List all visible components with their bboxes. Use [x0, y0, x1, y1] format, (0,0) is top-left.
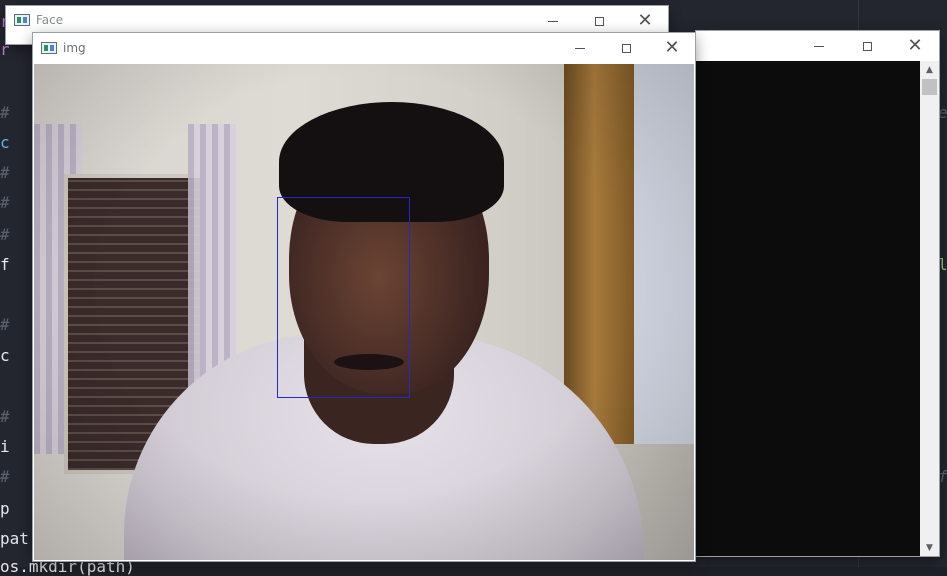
img-window-title: img [63, 41, 86, 55]
img-titlebar[interactable]: img ✕ [33, 33, 695, 63]
code-token: # [0, 193, 10, 212]
code-line-9: # [0, 316, 10, 334]
face-maximize-button[interactable] [576, 6, 622, 36]
code-token: # [0, 407, 10, 426]
maximize-icon [862, 41, 872, 51]
code-line-13: # [0, 468, 10, 486]
console-minimize-button[interactable] [795, 31, 843, 61]
code-right-3: f [938, 468, 947, 486]
console-titlebar[interactable]: ✕ [696, 31, 939, 61]
face-window-controls: ✕ [530, 6, 668, 36]
minimize-icon [575, 47, 585, 49]
img-minimize-button[interactable] [557, 33, 603, 63]
face-window-title: Face [36, 13, 64, 27]
code-line-14: p [0, 500, 10, 518]
img-window-controls: ✕ [557, 33, 695, 63]
code-line-6: # [0, 194, 10, 212]
scroll-up-arrow-icon[interactable]: ▲ [920, 61, 939, 78]
app-icon [14, 14, 30, 26]
img-window[interactable]: img ✕ [33, 33, 695, 561]
code-right-2: l [938, 256, 947, 274]
code-line-15: pat [0, 530, 29, 548]
maximize-icon [621, 43, 631, 53]
code-line-12: i [0, 438, 10, 456]
code-line-3: # [0, 104, 10, 122]
console-window[interactable]: ✕ ▲ ▼ [696, 31, 939, 556]
code-line-11: # [0, 408, 10, 426]
console-window-controls: ✕ [795, 31, 939, 61]
console-close-button[interactable]: ✕ [891, 31, 939, 61]
code-token: c [0, 133, 10, 152]
console-scrollbar[interactable]: ▲ ▼ [920, 61, 939, 556]
code-line-7: # [0, 226, 10, 244]
minimize-icon [548, 20, 558, 22]
face-detection-box [277, 197, 410, 398]
face-titlebar[interactable]: Face ✕ [6, 6, 668, 34]
webcam-frame [34, 64, 694, 560]
code-token: pat [0, 529, 29, 548]
app-icon [41, 42, 57, 54]
code-token: # [0, 225, 10, 244]
code-token: c [0, 346, 10, 365]
code-right-1: e [938, 104, 947, 122]
maximize-icon [594, 16, 604, 26]
img-close-button[interactable]: ✕ [649, 33, 695, 63]
minimize-icon [814, 45, 824, 47]
code-token: # [0, 163, 10, 182]
code-token: i [0, 437, 10, 456]
code-token: f [0, 255, 10, 274]
face-close-button[interactable]: ✕ [622, 6, 668, 36]
close-icon: ✕ [637, 10, 653, 31]
img-maximize-button[interactable] [603, 33, 649, 63]
console-maximize-button[interactable] [843, 31, 891, 61]
scroll-down-arrow-icon[interactable]: ▼ [920, 539, 939, 556]
code-token: # [0, 467, 10, 486]
code-token: p [0, 499, 10, 518]
code-token: f [938, 467, 947, 486]
scroll-thumb[interactable] [922, 79, 937, 95]
code-line-4: c [0, 134, 10, 152]
code-line-5: # [0, 164, 10, 182]
close-icon: ✕ [907, 35, 923, 56]
face-minimize-button[interactable] [530, 6, 576, 36]
code-line-8: f [0, 256, 10, 274]
close-icon: ✕ [664, 37, 680, 58]
console-output[interactable] [696, 61, 920, 556]
code-line-10: c [0, 347, 10, 365]
code-token: # [0, 315, 10, 334]
code-token: l [938, 255, 947, 274]
code-token: # [0, 103, 10, 122]
code-token: e [938, 103, 947, 122]
